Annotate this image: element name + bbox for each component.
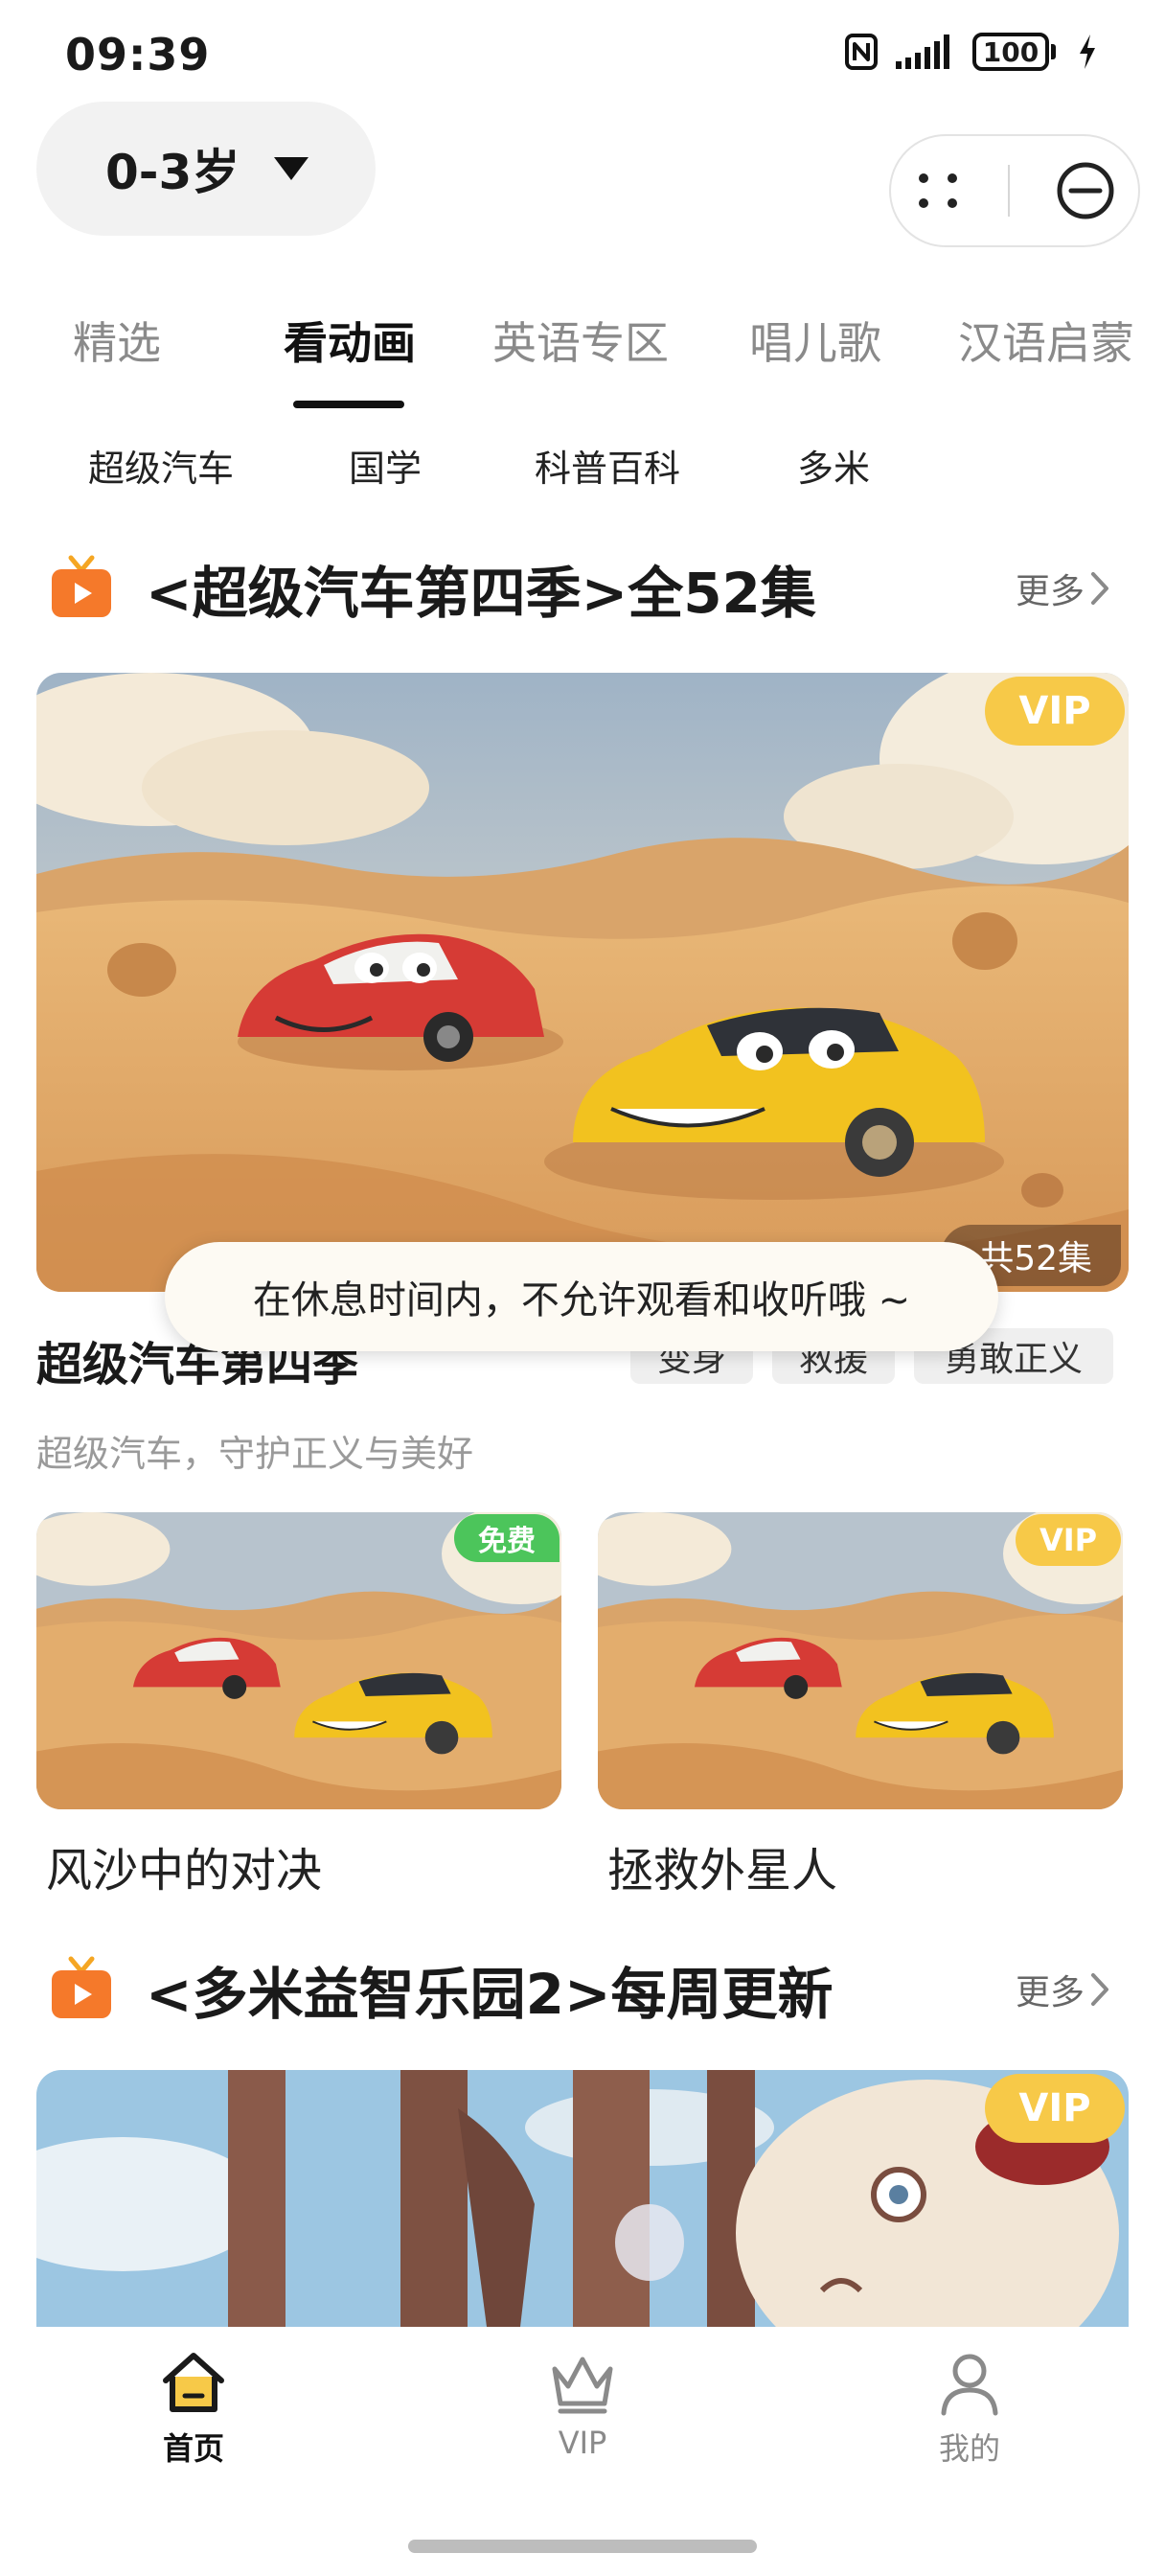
section2-more-link[interactable]: 更多 <box>1016 1965 1109 2014</box>
tab-english[interactable]: 英语专区 <box>492 309 669 372</box>
nav-home-label: 首页 <box>162 2430 224 2467</box>
bottom-navigation: 首页 VIP 我的 <box>0 2327 1165 2576</box>
caret-down-icon <box>274 157 309 180</box>
nav-vip[interactable]: VIP <box>506 2348 659 2461</box>
section2-hero-image[interactable]: VIP <box>36 2070 1129 2327</box>
tab-songs[interactable]: 唱儿歌 <box>749 309 881 372</box>
charging-icon <box>1080 34 1095 69</box>
section1-more-label: 更多 <box>1016 572 1085 611</box>
active-tab-indicator <box>293 401 404 408</box>
main-tabs: 精选 看动画 英语专区 唱儿歌 汉语启蒙 <box>0 309 1165 414</box>
section2-vip-badge: VIP <box>985 2074 1125 2143</box>
episode-card-1-title[interactable]: 风沙中的对决 <box>46 1832 322 1899</box>
desert-cars-illustration <box>36 673 1129 1292</box>
nav-profile[interactable]: 我的 <box>893 2348 1046 2469</box>
subtab-guoxue[interactable]: 国学 <box>349 439 422 492</box>
signal-icon <box>896 34 949 69</box>
episode-card-2-title[interactable]: 拯救外星人 <box>607 1832 837 1899</box>
crown-icon <box>552 2357 613 2414</box>
vip-badge: VIP <box>1016 1514 1121 1566</box>
section2-more-label: 更多 <box>1016 1973 1085 2012</box>
show-description: 超级汽车，守护正义与美好 <box>36 1433 474 1475</box>
nav-vip-label: VIP <box>558 2425 607 2461</box>
tv-icon <box>52 1956 111 2018</box>
tab-chinese[interactable]: 汉语启蒙 <box>958 309 1134 372</box>
home-icon <box>163 2353 224 2412</box>
nav-home[interactable]: 首页 <box>117 2348 270 2469</box>
nfc-icon <box>845 34 878 70</box>
episode-card-2-thumbnail[interactable]: VIP <box>598 1512 1123 1809</box>
free-badge: 免费 <box>454 1514 560 1562</box>
section1-vip-badge: VIP <box>985 677 1125 746</box>
person-icon <box>941 2354 998 2416</box>
tv-icon <box>52 555 111 617</box>
section1-title: <超级汽车第四季>全52集 <box>146 561 816 626</box>
age-selector-label: 0-3岁 <box>105 145 240 200</box>
close-circle-icon[interactable] <box>1056 161 1115 220</box>
tab-featured[interactable]: 精选 <box>73 309 161 372</box>
subtab-super-cars[interactable]: 超级汽车 <box>88 439 234 492</box>
section1-more-link[interactable]: 更多 <box>1016 564 1109 613</box>
episode-card-1-thumbnail[interactable]: 免费 <box>36 1512 561 1809</box>
nav-profile-label: 我的 <box>938 2430 1000 2467</box>
subtab-science[interactable]: 科普百科 <box>535 439 680 492</box>
section2-title: <多米益智乐园2>每周更新 <box>146 1962 834 2027</box>
battery-level: 100 <box>972 33 1049 71</box>
status-icons: 100 <box>844 33 1098 71</box>
forest-cat-illustration <box>36 2070 1129 2327</box>
status-time: 09:39 <box>65 29 211 80</box>
rest-time-toast: 在休息时间内，不允许观看和收听哦 ~ <box>165 1242 998 1351</box>
section1-hero-image[interactable]: VIP 共52集 <box>36 673 1129 1292</box>
tab-animation[interactable]: 看动画 <box>284 309 416 372</box>
chevron-right-icon <box>1091 1973 1109 2006</box>
age-selector[interactable]: 0-3岁 <box>36 102 376 236</box>
chevron-right-icon <box>1091 572 1109 605</box>
battery-icon: 100 <box>972 33 1056 71</box>
home-indicator[interactable] <box>408 2540 757 2553</box>
more-dots-icon[interactable] <box>914 167 962 215</box>
capsule-menu <box>889 134 1140 247</box>
subtab-duomi[interactable]: 多米 <box>797 439 870 492</box>
